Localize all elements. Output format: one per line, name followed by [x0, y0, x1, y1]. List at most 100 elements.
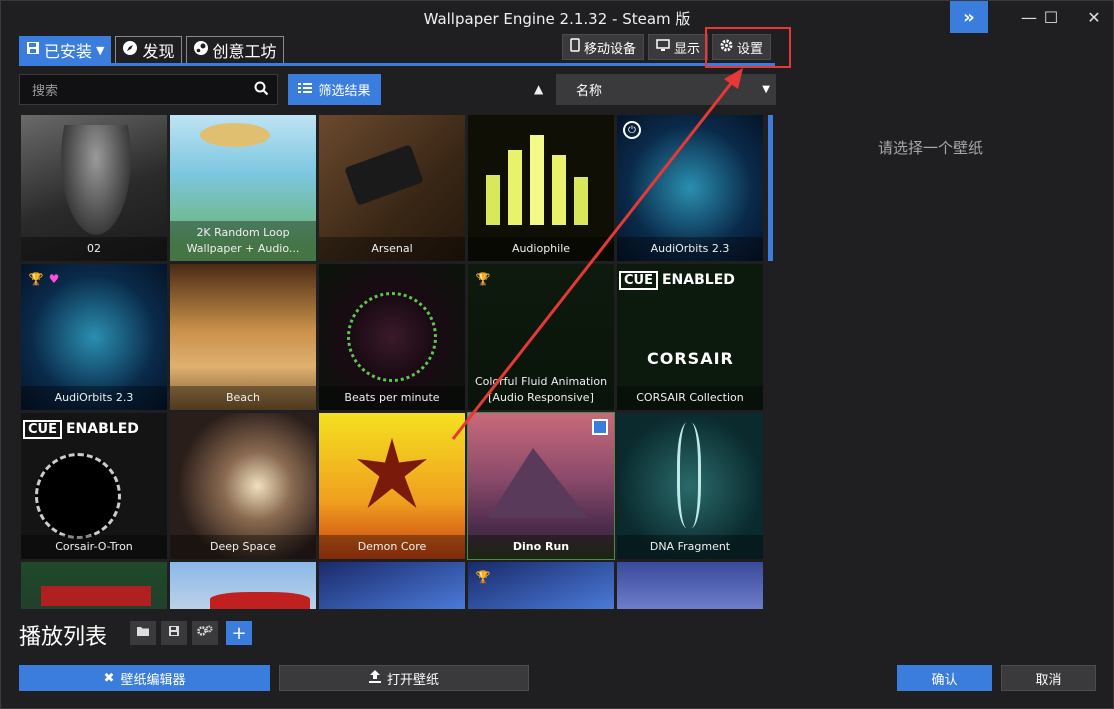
sort-select[interactable]: 名称 ▼: [556, 74, 776, 105]
wallpaper-tile[interactable]: DNA Fragment: [617, 413, 763, 559]
playlist-open-button[interactable]: [130, 621, 156, 645]
wallpaper-tile[interactable]: Audiophile: [468, 115, 614, 261]
search-input[interactable]: 搜索: [19, 74, 278, 105]
wallpaper-tile[interactable]: [170, 562, 316, 609]
playlist-settings-button[interactable]: [192, 621, 218, 645]
wallpaper-tile[interactable]: 02: [21, 115, 167, 261]
tab-label: 创意工坊: [212, 42, 277, 61]
filter-results-button[interactable]: 筛选结果: [288, 74, 381, 105]
wallpaper-editor-label: 壁纸编辑器: [120, 672, 186, 688]
display-button[interactable]: 显示: [648, 34, 709, 60]
tab-discover[interactable]: 发现: [115, 36, 182, 64]
filter-label: 筛选结果: [318, 84, 371, 99]
trophy-icon: 🏆: [28, 272, 44, 286]
search-placeholder: 搜索: [32, 84, 59, 99]
monitor-icon: [656, 38, 670, 56]
tab-installed[interactable]: 已安装 ▼: [19, 36, 112, 64]
cue-enabled-badge: CUE ENABLED: [23, 415, 165, 443]
wallpaper-tile[interactable]: CUE ENABLED Corsair-O-Tron: [21, 413, 167, 559]
close-icon: ✕: [1087, 7, 1101, 27]
wallpaper-tile[interactable]: 🏆 Colorful Fluid Animation [Audio Respon…: [468, 264, 614, 410]
search-icon[interactable]: [254, 81, 269, 100]
wallpaper-title: 2K Random Loop Wallpaper + Audio...: [170, 221, 316, 261]
steam-icon: [193, 40, 209, 60]
spiky-core-image: [357, 438, 427, 508]
filter-list-icon: [298, 82, 313, 98]
playlist-title: 播放列表: [19, 625, 108, 650]
equalizer-bar-image: [552, 155, 566, 225]
save-icon: [168, 625, 180, 641]
wallpaper-tile[interactable]: [319, 562, 465, 609]
wallpaper-title: Corsair-O-Tron: [21, 535, 167, 559]
playlist-save-button[interactable]: [161, 621, 187, 645]
cue-enabled-label: ENABLED: [65, 421, 139, 437]
cue-enabled-label: ENABLED: [661, 272, 735, 288]
close-button[interactable]: ✕: [1074, 1, 1114, 33]
trophy-icon: 🏆: [475, 272, 491, 286]
wallpaper-title: AudiOrbits 2.3: [617, 237, 763, 261]
gears-icon: [197, 625, 213, 641]
anime-figure-image: [61, 125, 131, 235]
corsair-ring-image: [35, 453, 121, 539]
mobile-device-label: 移动设备: [584, 41, 637, 57]
open-wallpaper-button[interactable]: 打开壁纸: [279, 665, 529, 691]
display-label: 显示: [674, 41, 701, 57]
cue-label: CUE: [23, 419, 62, 439]
wallpaper-title: AudiOrbits 2.3: [21, 386, 167, 410]
grid-scrollbar[interactable]: [768, 115, 773, 261]
cue-enabled-badge: CUE ENABLED: [619, 266, 761, 294]
trophy-icon: 🏆: [475, 570, 491, 584]
caret-down-icon: ▼: [96, 43, 105, 57]
wallpaper-tile[interactable]: 🏆 ♥ AudiOrbits 2.3: [21, 264, 167, 410]
folder-icon: [136, 625, 150, 641]
mountain-image: [488, 448, 588, 518]
compass-icon: [122, 40, 138, 60]
wallpaper-editor-button[interactable]: ✖ 壁纸编辑器: [19, 665, 270, 691]
wallpaper-tile[interactable]: [617, 562, 763, 609]
sort-direction-icon[interactable]: ▲: [534, 82, 543, 96]
no-selection-placeholder: 请选择一个壁纸: [878, 139, 984, 157]
upload-icon: [368, 669, 381, 687]
confirm-button[interactable]: 确认: [897, 665, 992, 691]
wallpaper-title: Colorful Fluid Animation [Audio Responsi…: [474, 375, 608, 404]
equalizer-bar-image: [486, 175, 500, 225]
wallpaper-tile[interactable]: Arsenal: [319, 115, 465, 261]
cancel-button[interactable]: 取消: [1001, 665, 1096, 691]
wallpaper-tile[interactable]: Beach: [170, 264, 316, 410]
tab-workshop[interactable]: 创意工坊: [185, 36, 284, 64]
maximize-button[interactable]: ☐: [1031, 1, 1071, 33]
tab-underline: [19, 63, 775, 66]
wallpaper-title: CORSAIR Collection: [617, 386, 763, 410]
wallpaper-tile[interactable]: ⏻ AudiOrbits 2.3: [617, 115, 763, 261]
wallpaper-tile[interactable]: 2K Random Loop Wallpaper + Audio...: [170, 115, 316, 261]
wallpaper-tile[interactable]: Deep Space: [170, 413, 316, 559]
open-wallpaper-label: 打开壁纸: [386, 672, 439, 688]
cancel-label: 取消: [1035, 672, 1062, 688]
wallpaper-title: 02: [21, 237, 167, 261]
wallpaper-tile[interactable]: [21, 562, 167, 609]
sort-selected-value: 名称: [576, 84, 603, 99]
select-checkbox[interactable]: [592, 419, 608, 435]
equalizer-bar-image: [508, 150, 522, 225]
pattern-ring-image: [347, 292, 437, 382]
wallpaper-tile[interactable]: Demon Core: [319, 413, 465, 559]
expand-panel-button[interactable]: »: [950, 1, 988, 33]
wallpaper-title: DNA Fragment: [617, 535, 763, 559]
equalizer-bar-image: [530, 135, 544, 225]
main-tabs: 已安装 ▼ 发现 创意工坊: [19, 36, 284, 64]
emblem-image: [41, 586, 151, 606]
wallpaper-title: Dino Run: [468, 535, 614, 559]
wallpaper-tile[interactable]: CUE ENABLED CORSAIR CORSAIR Collection: [617, 264, 763, 410]
wallpaper-tile[interactable]: Beats per minute: [319, 264, 465, 410]
wallpaper-grid: 02 2K Random Loop Wallpaper + Audio... A…: [19, 113, 763, 609]
title-bar: Wallpaper Engine 2.1.32 - Steam 版 » — ☐ …: [1, 1, 1113, 33]
dna-helix-image: [677, 423, 701, 528]
window-title: Wallpaper Engine 2.1.32 - Steam 版: [423, 10, 691, 28]
wallpaper-title: Beats per minute: [319, 386, 465, 410]
wallpaper-title: Beach: [170, 386, 316, 410]
wallpaper-tile-selected[interactable]: Dino Run: [467, 412, 615, 560]
pistol-image: [344, 144, 424, 206]
wallpaper-tile[interactable]: 🏆: [468, 562, 614, 609]
playlist-add-button[interactable]: +: [226, 621, 252, 645]
mobile-device-button[interactable]: 移动设备: [562, 34, 645, 60]
